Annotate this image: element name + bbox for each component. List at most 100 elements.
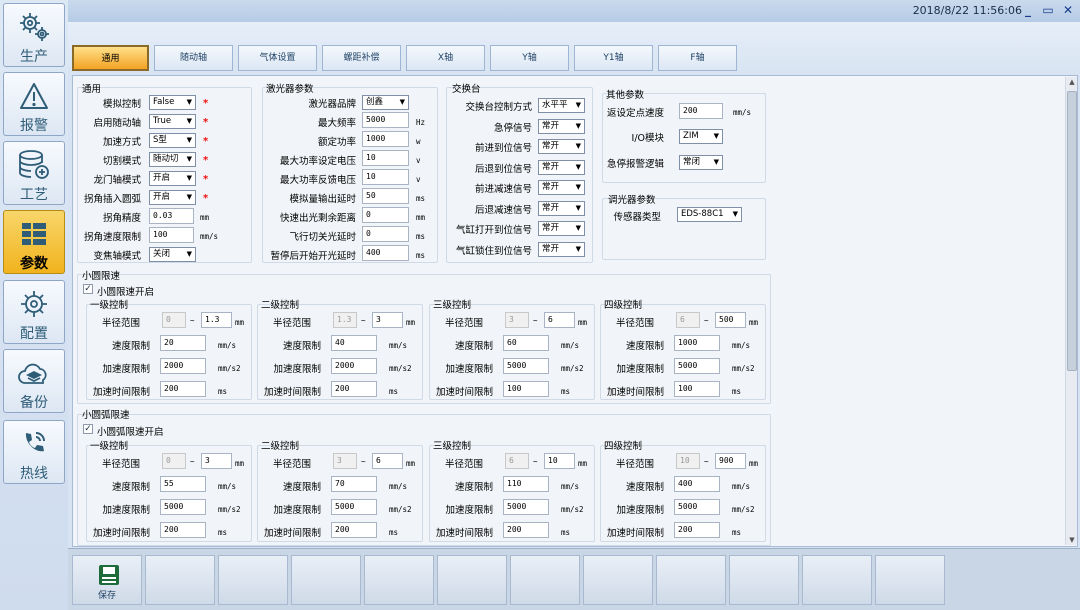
text-input[interactable]: 0.03 — [149, 208, 194, 224]
acc-time-input[interactable]: 200 — [331, 381, 377, 397]
sidebar-item-alarm[interactable]: 报警 — [3, 72, 65, 136]
select-dropdown[interactable]: 常开 ▼ — [538, 241, 585, 257]
acc-limit-input[interactable]: 5000 — [160, 499, 206, 515]
radius-max-input[interactable]: 3 — [372, 312, 403, 328]
chevron-down-icon[interactable]: ▼ — [733, 208, 738, 221]
acc-limit-input[interactable]: 5000 — [503, 358, 549, 374]
select-dropdown[interactable]: 常闭 ▼ — [679, 155, 723, 170]
chevron-down-icon[interactable]: ▼ — [576, 181, 581, 194]
chevron-down-icon[interactable]: ▼ — [576, 99, 581, 112]
chevron-down-icon[interactable]: ▼ — [187, 134, 192, 147]
radius-max-input[interactable]: 10 — [544, 453, 575, 469]
radius-max-input[interactable]: 900 — [715, 453, 746, 469]
chevron-down-icon[interactable]: ▼ — [187, 248, 192, 261]
select-dropdown[interactable]: 常开 ▼ — [538, 221, 585, 236]
select-dropdown[interactable]: 常开 ▼ — [538, 180, 585, 195]
scroll-down-icon[interactable]: ▼ — [1067, 536, 1077, 544]
text-input[interactable]: 100 — [149, 227, 194, 243]
speed-limit-input[interactable]: 400 — [674, 476, 720, 492]
select-dropdown[interactable]: 常开 ▼ — [538, 118, 585, 134]
select-dropdown[interactable]: 水平平 ▼ — [538, 98, 585, 113]
save-button[interactable]: 保存 — [72, 555, 142, 605]
chevron-down-icon[interactable]: ▼ — [576, 243, 581, 256]
speed-limit-input[interactable]: 20 — [160, 335, 206, 351]
text-input[interactable]: 5000 — [362, 112, 409, 128]
speed-limit-input[interactable]: 70 — [331, 476, 377, 492]
radius-max-input[interactable]: 6 — [372, 453, 403, 469]
text-input[interactable]: 400 — [362, 245, 409, 261]
chevron-down-icon[interactable]: ▼ — [576, 140, 581, 153]
chevron-down-icon[interactable]: ▼ — [576, 202, 581, 215]
select-dropdown[interactable]: True ▼ — [149, 114, 196, 129]
vertical-scrollbar[interactable]: ▲ ▼ — [1065, 77, 1077, 545]
chevron-down-icon[interactable]: ▼ — [187, 115, 192, 128]
acc-time-input[interactable]: 200 — [160, 522, 206, 538]
speed-limit-input[interactable]: 110 — [503, 476, 549, 492]
maximize-icon[interactable]: ▭ — [1040, 2, 1056, 18]
acc-time-input[interactable]: 200 — [503, 522, 549, 538]
acc-time-input[interactable]: 100 — [503, 381, 549, 397]
chevron-down-icon[interactable]: ▼ — [400, 96, 405, 109]
acc-limit-input[interactable]: 5000 — [331, 499, 377, 515]
sidebar-item-config[interactable]: 配置 — [3, 280, 65, 344]
chevron-down-icon[interactable]: ▼ — [714, 156, 719, 169]
scrollbar-thumb[interactable] — [1067, 91, 1077, 371]
select-dropdown[interactable]: EDS-88C1 ▼ — [677, 207, 742, 222]
sidebar-item-parameters[interactable]: 参数 — [3, 210, 65, 274]
select-dropdown[interactable]: 关闭 ▼ — [149, 247, 196, 262]
text-input[interactable]: 0 — [362, 207, 409, 223]
select-dropdown[interactable]: 随动切 ▼ — [149, 152, 196, 167]
radius-max-input[interactable]: 6 — [544, 312, 575, 328]
tab-pitch-compensation[interactable]: 螺距补偿 — [322, 45, 401, 71]
text-input[interactable]: 1000 — [362, 131, 409, 147]
minimize-icon[interactable]: _ — [1020, 2, 1036, 18]
chevron-down-icon[interactable]: ▼ — [576, 222, 581, 235]
tab-gas-settings[interactable]: 气体设置 — [238, 45, 317, 71]
scroll-up-icon[interactable]: ▲ — [1067, 78, 1077, 86]
sidebar-item-production[interactable]: 生产 — [3, 3, 65, 67]
select-dropdown[interactable]: 创鑫 ▼ — [362, 95, 409, 110]
text-input[interactable]: 0 — [362, 226, 409, 242]
sidebar-item-process[interactable]: 工艺 — [3, 141, 65, 205]
acc-limit-input[interactable]: 5000 — [674, 358, 720, 374]
text-input[interactable]: 10 — [362, 150, 409, 166]
chevron-down-icon[interactable]: ▼ — [576, 120, 581, 133]
tab-y-axis[interactable]: Y轴 — [490, 45, 569, 71]
tab-y1-axis[interactable]: Y1轴 — [574, 45, 653, 71]
speed-limit-input[interactable]: 60 — [503, 335, 549, 351]
chevron-down-icon[interactable]: ▼ — [187, 172, 192, 185]
chevron-down-icon[interactable]: ▼ — [576, 161, 581, 174]
arc-limit-checkbox[interactable]: ✓ — [83, 424, 93, 434]
tab-general[interactable]: 通用 — [72, 45, 149, 71]
select-dropdown[interactable]: 常开 ▼ — [538, 139, 585, 154]
radius-max-input[interactable]: 3 — [201, 453, 232, 469]
select-dropdown[interactable]: ZIM ▼ — [679, 129, 723, 144]
select-dropdown[interactable]: 开启 ▼ — [149, 190, 196, 205]
circle-limit-checkbox[interactable]: ✓ — [83, 284, 93, 294]
text-input[interactable]: 200 — [679, 103, 723, 119]
tab-x-axis[interactable]: X轴 — [406, 45, 485, 71]
radius-max-input[interactable]: 1.3 — [201, 312, 232, 328]
speed-limit-input[interactable]: 1000 — [674, 335, 720, 351]
text-input[interactable]: 10 — [362, 169, 409, 185]
acc-limit-input[interactable]: 5000 — [674, 499, 720, 515]
sidebar-item-hotline[interactable]: 热线 — [3, 420, 65, 484]
speed-limit-input[interactable]: 55 — [160, 476, 206, 492]
acc-time-input[interactable]: 200 — [160, 381, 206, 397]
select-dropdown[interactable]: 常开 ▼ — [538, 200, 585, 216]
close-icon[interactable]: ✕ — [1060, 2, 1076, 18]
select-dropdown[interactable]: 开启 ▼ — [149, 171, 196, 186]
tab-f-axis[interactable]: F轴 — [658, 45, 737, 71]
tab-follow-axis[interactable]: 随动轴 — [154, 45, 233, 71]
acc-time-input[interactable]: 200 — [674, 522, 720, 538]
chevron-down-icon[interactable]: ▼ — [187, 96, 192, 109]
chevron-down-icon[interactable]: ▼ — [187, 191, 192, 204]
speed-limit-input[interactable]: 40 — [331, 335, 377, 351]
acc-limit-input[interactable]: 5000 — [503, 499, 549, 515]
select-dropdown[interactable]: 常开 ▼ — [538, 159, 585, 175]
acc-time-input[interactable]: 200 — [331, 522, 377, 538]
acc-limit-input[interactable]: 2000 — [160, 358, 206, 374]
acc-limit-input[interactable]: 2000 — [331, 358, 377, 374]
radius-max-input[interactable]: 500 — [715, 312, 746, 328]
chevron-down-icon[interactable]: ▼ — [714, 130, 719, 143]
